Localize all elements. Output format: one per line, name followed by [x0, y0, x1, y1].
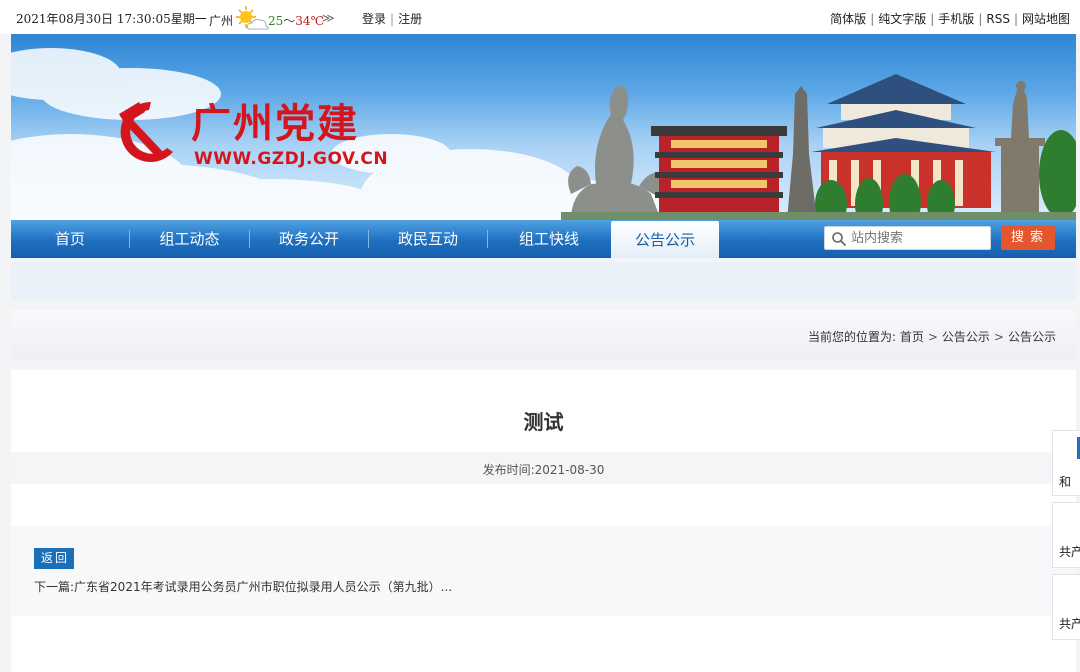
search-button[interactable]: 搜索	[1001, 226, 1055, 250]
search-input[interactable]	[851, 229, 987, 247]
next-label: 下一篇:	[34, 580, 75, 594]
link-divider: |	[1013, 12, 1018, 26]
link-simplified[interactable]: 简体版	[830, 12, 866, 26]
link-rss[interactable]: RSS	[986, 12, 1010, 26]
side-panel-text: 和	[1059, 475, 1072, 489]
side-panel-item-2[interactable]: 共产	[1052, 502, 1080, 568]
article-title: 测试	[523, 410, 564, 434]
nav-item-interaction[interactable]: 政民互动	[369, 220, 487, 258]
link-sitemap[interactable]: 网站地图	[1022, 12, 1070, 26]
nav-item-announcements[interactable]: 公告公示	[611, 221, 719, 258]
breadcrumb-sep: >	[927, 330, 938, 344]
current-datetime: 2021年08月30日 17:30:05星期一	[16, 12, 207, 26]
auth-divider: |	[390, 12, 395, 26]
breadcrumb-prefix: 当前您的位置为:	[807, 330, 896, 344]
weather-more-icon[interactable]: ≫	[322, 11, 335, 25]
next-article: 下一篇:广东省2021年考试录用公务员广州市职位拟录用人员公示（第九批）...	[34, 578, 452, 595]
back-button[interactable]: 返回	[34, 548, 74, 569]
header-banner: 广州党建 WWW.GZDJ.GOV.CN	[11, 34, 1076, 220]
nav-item-affairs[interactable]: 政务公开	[250, 220, 368, 258]
temp-low: 25	[268, 14, 284, 28]
side-panel-text: 共产	[1059, 545, 1080, 559]
breadcrumb-section[interactable]: 公告公示	[942, 330, 990, 344]
breadcrumb-home[interactable]: 首页	[900, 330, 924, 344]
temp-high: 34℃	[295, 14, 324, 28]
nav-item-express[interactable]: 组工快线	[488, 220, 610, 258]
breadcrumb-sep: >	[993, 330, 1004, 344]
site-logo-text[interactable]: 广州党建	[191, 102, 359, 146]
side-panel-text: 共产	[1059, 617, 1080, 631]
link-mobile[interactable]: 手机版	[938, 12, 974, 26]
site-links: 简体版 | 纯文字版 | 手机版 | RSS | 网站地图	[830, 10, 1070, 27]
main-nav: 首页 组工动态 政务公开 政民互动 组工快线 公告公示 搜索	[11, 220, 1076, 258]
search-box	[824, 226, 991, 250]
sub-banner-band	[11, 262, 1076, 300]
auth-links: 登录 | 注册	[362, 10, 422, 27]
link-divider: |	[978, 12, 983, 26]
article-panel: 测试 发布时间:2021-08-30 返回 下一篇:广东省2021年考试录用公务…	[11, 370, 1076, 672]
site-logo-url: WWW.GZDJ.GOV.CN	[194, 149, 389, 169]
link-divider: |	[930, 12, 935, 26]
breadcrumb-bar: 当前您的位置为: 首页 > 公告公示 > 公告公示	[11, 310, 1076, 360]
nav-item-news[interactable]: 组工动态	[130, 220, 249, 258]
search-icon	[832, 232, 847, 247]
next-article-link[interactable]: 广东省2021年考试录用公务员广州市职位拟录用人员公示（第九批）...	[74, 580, 452, 594]
publish-label: 发布时间:	[482, 463, 535, 477]
temp-separator: ～	[283, 14, 296, 28]
breadcrumb: 当前您的位置为: 首页 > 公告公示 > 公告公示	[808, 328, 1056, 345]
side-panel-item-3[interactable]: 共产	[1052, 574, 1080, 640]
nav-item-home[interactable]: 首页	[11, 220, 129, 258]
side-panel-item-1[interactable]: 和	[1052, 430, 1080, 496]
banner-scenery	[11, 48, 1076, 220]
link-text-only[interactable]: 纯文字版	[878, 12, 926, 26]
weather-city: 广州	[209, 14, 234, 28]
breadcrumb-current[interactable]: 公告公示	[1008, 330, 1056, 344]
login-link[interactable]: 登录	[362, 12, 386, 26]
sun-cloud-icon	[236, 6, 269, 30]
top-bar: 2021年08月30日 17:30:05星期一 广州 25～34℃ ≫ 登录 | 注…	[0, 0, 1080, 34]
article-meta: 发布时间:2021-08-30	[11, 461, 1076, 478]
register-link[interactable]: 注册	[398, 12, 422, 26]
link-divider: |	[870, 12, 875, 26]
temperature-range: 25～34℃	[268, 12, 324, 29]
article-body	[11, 526, 1076, 616]
publish-date: 2021-08-30	[534, 463, 605, 477]
